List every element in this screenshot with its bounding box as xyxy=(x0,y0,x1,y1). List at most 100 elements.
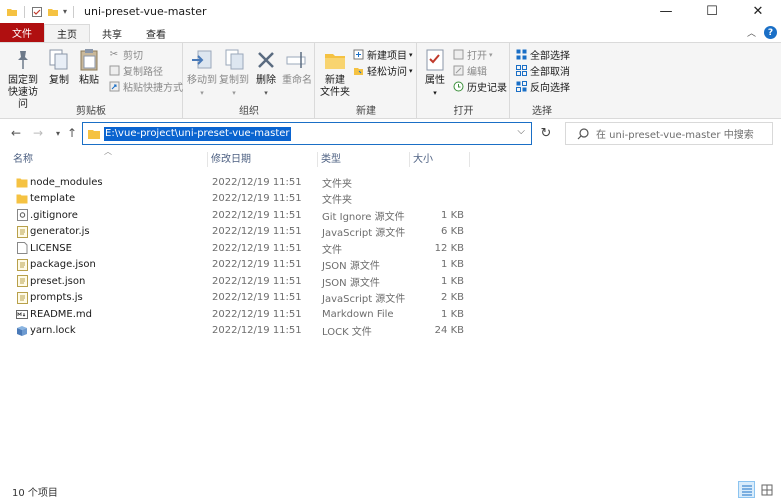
tab-view[interactable]: 查看 xyxy=(134,24,178,42)
details-view-button[interactable] xyxy=(738,481,755,498)
column-header: ︿ 名称 修改日期 类型 大小 xyxy=(0,147,781,168)
divider xyxy=(73,5,75,18)
new-folder-icon[interactable] xyxy=(47,6,59,18)
ribbon-tabs: 文件 主页 共享 查看 ︿ ? xyxy=(0,23,781,42)
file-modified: 2022/12/19 11:51 xyxy=(212,209,302,221)
file-type: Markdown File xyxy=(322,308,394,320)
file-row[interactable]: preset.json 2022/12/19 11:51 JSON 源文件 1 KB xyxy=(0,273,781,290)
chevron-down-icon: ▾ xyxy=(264,89,268,97)
item-count: 10 个项目 xyxy=(12,488,58,499)
chevron-down-icon[interactable]: ⌵ xyxy=(517,126,525,137)
js-file-icon xyxy=(16,225,28,238)
file-modified: 2022/12/19 11:51 xyxy=(212,292,302,304)
select-none-button[interactable]: 全部取消 xyxy=(515,63,570,78)
file-type: Git Ignore 源文件 xyxy=(322,211,405,223)
file-name: generator.js xyxy=(30,226,90,238)
navigation-bar: ← → ▾ ↑ E:\vue-project\uni-preset-vue-ma… xyxy=(0,119,781,149)
divider xyxy=(24,5,25,18)
details-view-icon xyxy=(741,485,752,495)
file-row[interactable]: template 2022/12/19 11:51 文件夹 xyxy=(0,191,781,208)
back-button[interactable]: ← xyxy=(8,125,24,141)
group-label: 组织 xyxy=(239,106,259,117)
column-name[interactable]: 名称 xyxy=(10,152,208,167)
tab-file[interactable]: 文件 xyxy=(0,23,44,42)
collapse-ribbon-icon[interactable]: ︿ xyxy=(747,26,756,39)
open-button[interactable]: 打开 ▾ xyxy=(452,47,493,62)
copy-path-button[interactable]: 复制路径 xyxy=(108,63,163,78)
chevron-down-icon[interactable]: ▾ xyxy=(63,7,67,16)
search-input[interactable]: 在 uni-preset-vue-master 中搜索 xyxy=(565,122,773,145)
file-row[interactable]: node_modules 2022/12/19 11:51 文件夹 xyxy=(0,174,781,191)
chevron-down-icon: ▾ xyxy=(232,89,236,97)
file-row[interactable]: package.json 2022/12/19 11:51 JSON 源文件 1 KB xyxy=(0,257,781,274)
rename-button[interactable]: 重命名 xyxy=(281,47,313,87)
file-name: package.json xyxy=(30,259,96,271)
chevron-down-icon: ▾ xyxy=(409,66,413,75)
status-bar: 10 个项目 xyxy=(0,481,781,500)
paste-shortcut-button[interactable]: 粘贴快捷方式 xyxy=(108,79,183,94)
file-row[interactable]: yarn.lock 2022/12/19 11:51 LOCK 文件 24 KB xyxy=(0,323,781,340)
properties-icon[interactable] xyxy=(31,6,43,18)
file-row[interactable]: prompts.js 2022/12/19 11:51 JavaScript 源文件… xyxy=(0,290,781,307)
select-group: 全部选择 全部取消 反向选择 选择 xyxy=(511,43,573,119)
cut-button[interactable]: ✂ 剪切 xyxy=(108,47,143,62)
delete-button[interactable]: 删除 ▾ xyxy=(252,47,280,99)
address-path[interactable]: E:\vue-project\uni-preset-vue-master xyxy=(104,126,291,141)
column-size[interactable]: 大小 xyxy=(410,152,470,167)
tab-home[interactable]: 主页 xyxy=(44,24,90,42)
properties-button[interactable]: 属性 ▾ xyxy=(421,47,449,99)
column-modified[interactable]: 修改日期 xyxy=(208,152,318,167)
copy-button[interactable]: 复制 xyxy=(46,47,72,87)
invert-selection-button[interactable]: 反向选择 xyxy=(515,79,570,94)
file-name: LICENSE xyxy=(30,242,72,254)
title-bar: ▾ uni-preset-vue-master — ☐ ✕ xyxy=(0,0,781,23)
help-icon[interactable]: ? xyxy=(764,26,777,39)
chevron-down-icon: ▾ xyxy=(200,89,204,97)
close-button[interactable]: ✕ xyxy=(735,0,781,23)
file-name: prompts.js xyxy=(30,292,83,304)
minimize-button[interactable]: — xyxy=(643,0,689,23)
large-icons-view-button[interactable] xyxy=(758,481,775,498)
file-modified: 2022/12/19 11:51 xyxy=(212,325,302,337)
file-row[interactable]: README.md 2022/12/19 11:51 Markdown File 1 … xyxy=(0,306,781,323)
up-button[interactable]: ↑ xyxy=(64,125,80,141)
search-icon xyxy=(577,127,589,139)
file-size: 1 KB xyxy=(441,209,464,221)
json-file-icon xyxy=(16,258,28,271)
file-modified: 2022/12/19 11:51 xyxy=(212,193,302,205)
open-icon xyxy=(452,49,464,61)
file-size: 2 KB xyxy=(441,292,464,304)
paste-button[interactable]: 粘贴 xyxy=(76,47,102,87)
file-size: 12 KB xyxy=(434,242,464,254)
json-file-icon xyxy=(16,275,28,287)
refresh-button[interactable]: ↻ xyxy=(535,122,557,145)
scissors-icon: ✂ xyxy=(109,49,119,60)
file-size: 6 KB xyxy=(441,226,464,238)
folder-icon xyxy=(7,8,17,16)
copy-path-icon xyxy=(108,65,120,77)
tab-share[interactable]: 共享 xyxy=(90,24,134,42)
address-bar[interactable]: E:\vue-project\uni-preset-vue-master ⌵ xyxy=(82,122,532,145)
move-to-icon xyxy=(192,50,212,69)
copy-to-button[interactable]: 复制到 ▾ xyxy=(218,47,250,99)
chevron-down-icon: ▾ xyxy=(409,50,413,59)
move-to-button[interactable]: 移动到 ▾ xyxy=(186,47,218,99)
new-item-button[interactable]: 新建项目 ▾ xyxy=(352,47,413,62)
forward-button[interactable]: → xyxy=(30,125,46,141)
easy-access-button[interactable]: 轻松访问 ▾ xyxy=(352,63,413,78)
easy-access-icon xyxy=(352,65,364,77)
history-button[interactable]: 历史记录 xyxy=(452,79,507,94)
file-row[interactable]: .gitignore 2022/12/19 11:51 Git Ignore 源文件… xyxy=(0,207,781,224)
rename-icon xyxy=(286,52,306,68)
edit-button[interactable]: 编辑 xyxy=(452,63,487,78)
select-all-button[interactable]: 全部选择 xyxy=(515,47,570,62)
maximize-button[interactable]: ☐ xyxy=(689,0,735,23)
folder-icon xyxy=(88,129,100,139)
window-title: uni-preset-vue-master xyxy=(84,5,207,18)
file-row[interactable]: generator.js 2022/12/19 11:51 JavaScript 源… xyxy=(0,224,781,241)
new-folder-button[interactable]: 新建 文件夹 xyxy=(319,47,351,99)
organize-group: 移动到 ▾ 复制到 ▾ 删除 ▾ 重命名 组织 xyxy=(184,43,315,119)
file-type: 文件夹 xyxy=(322,178,352,190)
column-type[interactable]: 类型 xyxy=(318,152,410,167)
file-row[interactable]: LICENSE 2022/12/19 11:51 文件 12 KB xyxy=(0,240,781,257)
